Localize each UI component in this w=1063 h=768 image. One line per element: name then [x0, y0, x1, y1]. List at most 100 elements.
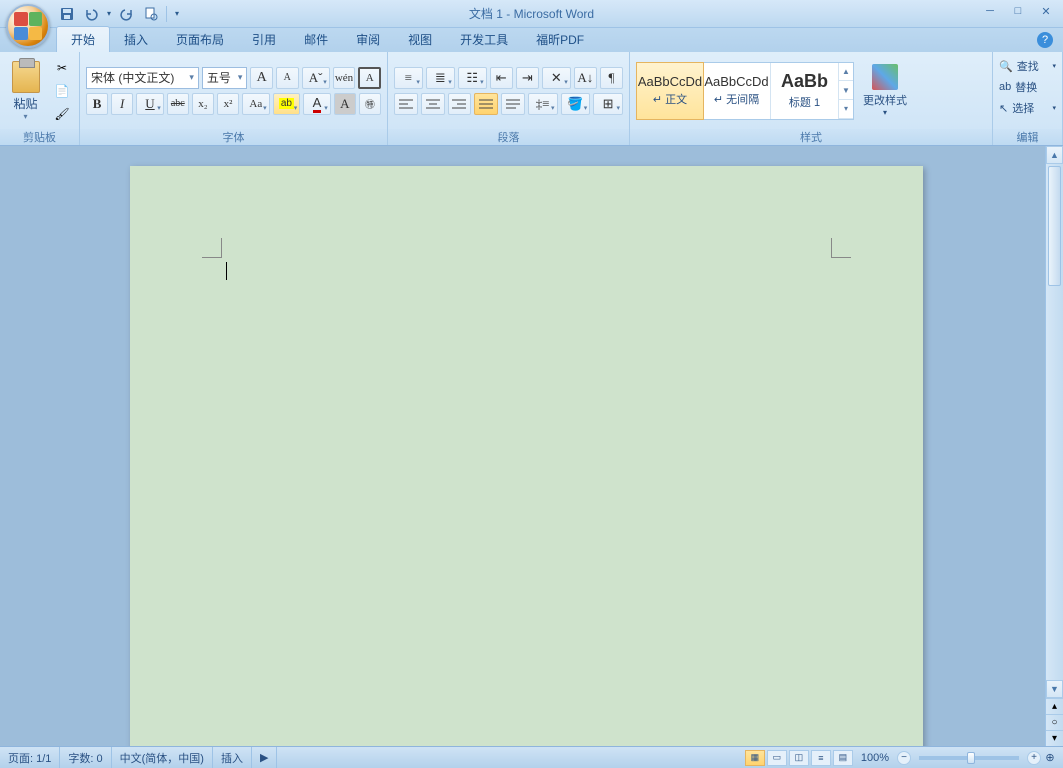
format-painter-icon[interactable]: 🖌 — [51, 104, 73, 124]
tab-view[interactable]: 视图 — [394, 27, 446, 52]
status-language[interactable]: 中文(简体，中国) — [112, 747, 213, 768]
close-button[interactable]: ✕ — [1033, 2, 1059, 20]
align-left-button[interactable] — [394, 93, 418, 115]
tab-foxit-pdf[interactable]: 福昕PDF — [522, 27, 598, 52]
char-shading-button[interactable]: A — [334, 93, 356, 115]
superscript-button[interactable]: x² — [217, 93, 239, 115]
align-right-button[interactable] — [448, 93, 472, 115]
bullets-button[interactable]: ≡ — [394, 67, 423, 89]
style-heading1[interactable]: AaBb 标题 1 — [771, 63, 839, 119]
qat-customize-icon[interactable]: ▾ — [171, 3, 183, 25]
gallery-down-icon[interactable]: ▼ — [839, 81, 853, 100]
status-mode[interactable]: 插入 — [213, 747, 252, 768]
font-color-button[interactable]: A — [303, 93, 331, 115]
style-no-spacing[interactable]: AaBbCcDd ↵ 无间隔 — [703, 63, 771, 119]
redo-icon[interactable] — [116, 3, 138, 25]
cut-icon[interactable]: ✂ — [51, 58, 73, 78]
view-draft-icon[interactable]: ▤ — [833, 750, 853, 766]
group-paragraph: ≡ ≣ ☷ ⇤ ⇥ ✕ A↓ ¶ — [388, 52, 630, 145]
underline-button[interactable]: U — [136, 93, 164, 115]
font-size-combo[interactable]: 五号 — [202, 67, 248, 89]
paste-button[interactable]: 粘贴 ▾ — [6, 58, 45, 124]
shading-button[interactable]: 🪣 — [561, 93, 591, 115]
quick-access-toolbar: ▾ ▾ — [56, 3, 183, 25]
help-icon[interactable]: ? — [1037, 32, 1053, 48]
scroll-down-icon[interactable]: ▼ — [1046, 680, 1063, 698]
zoom-fit-icon[interactable]: ⊕ — [1043, 751, 1057, 764]
zoom-out-button[interactable]: − — [897, 751, 911, 765]
asian-layout-button[interactable]: ✕ — [542, 67, 571, 89]
tab-home[interactable]: 开始 — [56, 26, 110, 52]
minimize-button[interactable]: ─ — [977, 2, 1003, 20]
view-web-icon[interactable]: ◫ — [789, 750, 809, 766]
distribute-button[interactable] — [501, 93, 525, 115]
subscript-button[interactable]: x₂ — [192, 93, 214, 115]
decrease-indent-button[interactable]: ⇤ — [490, 67, 513, 89]
tab-references[interactable]: 引用 — [238, 27, 290, 52]
scroll-thumb[interactable] — [1048, 166, 1061, 286]
borders-button[interactable]: ⊞ — [593, 93, 623, 115]
tab-mailings[interactable]: 邮件 — [290, 27, 342, 52]
style-normal[interactable]: AaBbCcDd ↵ 正文 — [636, 62, 704, 120]
office-button[interactable] — [6, 4, 50, 48]
scroll-up-icon[interactable]: ▲ — [1046, 146, 1063, 164]
print-preview-icon[interactable] — [140, 3, 162, 25]
sort-button[interactable]: A↓ — [574, 67, 597, 89]
justify-button[interactable] — [474, 93, 498, 115]
highlight-button[interactable]: ab — [273, 93, 301, 115]
document-area: ▲ ▼ ▴ ○ ▾ — [0, 146, 1063, 746]
show-marks-button[interactable]: ¶ — [600, 67, 623, 89]
zoom-thumb[interactable] — [967, 752, 975, 764]
replace-label: 替换 — [1015, 79, 1037, 95]
document-page[interactable] — [130, 166, 923, 746]
gallery-scroll: ▲ ▼ ▾ — [839, 63, 853, 119]
tab-review[interactable]: 审阅 — [342, 27, 394, 52]
replace-button[interactable]: ab 替换 — [995, 77, 1060, 97]
tab-insert[interactable]: 插入 — [110, 27, 162, 52]
pinyin-guide-icon[interactable]: wén — [333, 67, 356, 89]
status-page[interactable]: 页面: 1/1 — [0, 747, 60, 768]
gallery-up-icon[interactable]: ▲ — [839, 63, 853, 82]
increase-indent-button[interactable]: ⇥ — [516, 67, 539, 89]
view-print-layout-icon[interactable]: ▦ — [745, 750, 765, 766]
multilevel-button[interactable]: ☷ — [458, 67, 487, 89]
change-styles-label: 更改样式 — [863, 92, 907, 108]
prev-page-icon[interactable]: ▴ — [1046, 698, 1063, 714]
enclose-char-button[interactable]: ㊕ — [359, 93, 381, 115]
strike-button[interactable]: abc — [167, 93, 189, 115]
char-border-icon[interactable]: A — [358, 67, 381, 89]
status-words[interactable]: 字数: 0 — [60, 747, 111, 768]
status-macro-icon[interactable]: ▶ — [252, 747, 277, 768]
clear-format-icon[interactable]: Aˇ — [302, 67, 330, 89]
bold-button[interactable]: B — [86, 93, 108, 115]
italic-button[interactable]: I — [111, 93, 133, 115]
view-outline-icon[interactable]: ≡ — [811, 750, 831, 766]
view-full-screen-icon[interactable]: ▭ — [767, 750, 787, 766]
maximize-button[interactable]: □ — [1005, 2, 1031, 20]
line-spacing-button[interactable]: ‡≡ — [528, 93, 558, 115]
save-icon[interactable] — [56, 3, 78, 25]
change-case-button[interactable]: Aa — [242, 93, 270, 115]
replace-icon: ab — [999, 81, 1011, 93]
shrink-font-icon[interactable]: A — [276, 67, 299, 89]
zoom-level[interactable]: 100% — [861, 752, 889, 764]
browse-object-icon[interactable]: ○ — [1046, 714, 1063, 730]
change-styles-button[interactable]: 更改样式 ▾ — [862, 64, 908, 117]
align-center-button[interactable] — [421, 93, 445, 115]
undo-dropdown-icon[interactable]: ▾ — [104, 3, 114, 25]
gallery-more-icon[interactable]: ▾ — [839, 100, 853, 119]
select-button[interactable]: ↖选择▾ — [995, 98, 1060, 118]
undo-icon[interactable] — [80, 3, 102, 25]
tab-page-layout[interactable]: 页面布局 — [162, 27, 238, 52]
zoom-slider[interactable] — [919, 756, 1019, 760]
grow-font-icon[interactable]: A — [250, 67, 273, 89]
font-name-combo[interactable]: 宋体 (中文正文) — [86, 67, 199, 89]
numbering-button[interactable]: ≣ — [426, 67, 455, 89]
copy-icon[interactable]: 📄 — [51, 81, 73, 101]
group-font-label: 字体 — [80, 129, 387, 145]
tab-developer[interactable]: 开发工具 — [446, 27, 522, 52]
style-preview: AaBb — [781, 71, 828, 92]
zoom-in-button[interactable]: + — [1027, 751, 1041, 765]
next-page-icon[interactable]: ▾ — [1046, 730, 1063, 746]
find-button[interactable]: 🔍查找▾ — [995, 56, 1060, 76]
